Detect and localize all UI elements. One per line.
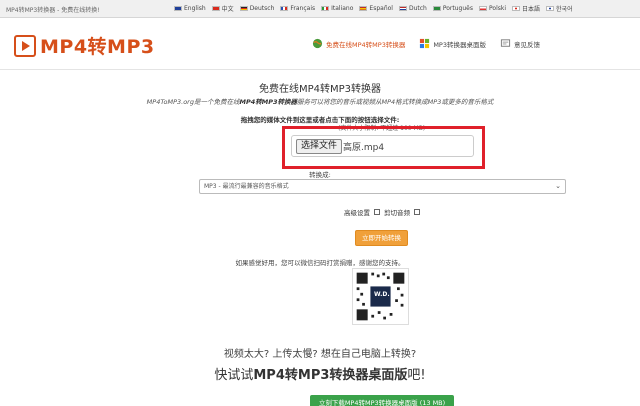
windows-icon	[420, 38, 430, 49]
language-list: English 中文 Deutsch Français Italiano Esp…	[174, 4, 573, 13]
language-french[interactable]: Français	[280, 4, 315, 13]
cut-audio-label: 剪切音频	[384, 209, 410, 217]
chevron-down-icon: ⌄	[555, 182, 561, 190]
flag-icon	[280, 6, 289, 11]
promo-question: 视频太大? 上传太慢? 想在自己电脑上转换?	[223, 349, 417, 360]
flag-icon	[398, 6, 407, 11]
header-nav: 免费在线MP4转MP3转换器 MP3转换器桌面版 意见反馈	[312, 38, 540, 49]
flag-icon	[432, 6, 441, 11]
advanced-settings-label: 高级设置	[344, 209, 370, 217]
nav-online-converter[interactable]: 免费在线MP4转MP3转换器	[312, 38, 405, 49]
main-content: 免费在线MP4转MP3转换器 MP4ToMP3.org是一个免费在线MP4转MP…	[0, 70, 640, 406]
flag-icon	[239, 6, 248, 11]
flag-icon	[359, 6, 368, 11]
highlight-box	[282, 126, 485, 169]
flag-icon	[479, 6, 487, 11]
qr-logo-text: W.D.	[374, 291, 390, 298]
feedback-icon	[500, 39, 511, 47]
site-logo[interactable]: MP4转MP3	[14, 32, 155, 59]
drop-zone-label: 拖拽您的媒体文件到这里或者点击下面的按钮选择文件:	[240, 116, 400, 124]
convert-button[interactable]: 立即开始转换	[355, 230, 408, 246]
nav-desktop-version[interactable]: MP3转换器桌面版	[419, 38, 486, 49]
language-german[interactable]: Deutsch	[239, 4, 274, 13]
advanced-settings-checkbox[interactable]	[374, 209, 380, 215]
format-select[interactable]: MP3 - 最流行最兼容的音乐格式 ⌄	[199, 179, 566, 194]
flag-icon	[512, 6, 521, 11]
flag-icon	[174, 6, 182, 11]
logo-text: MP4转MP3	[40, 36, 155, 58]
wechat-qr-code: W.D.	[352, 268, 409, 325]
globe-icon	[312, 38, 323, 49]
format-label: 转换成:	[309, 171, 331, 179]
language-dutch[interactable]: Dutch	[398, 4, 427, 13]
nav-feedback[interactable]: 意见反馈	[500, 38, 540, 49]
download-desktop-button[interactable]: 立刻下载MP4转MP3转换器桌面版 (13 MB)	[310, 395, 454, 406]
conversion-options: 高级设置 剪切音频	[344, 207, 420, 217]
language-italian[interactable]: Italiano	[321, 4, 353, 13]
flag-icon	[321, 6, 330, 11]
page-title: 免费在线MP4转MP3转换器	[258, 84, 382, 95]
flag-icon	[211, 6, 220, 11]
film-play-icon	[14, 34, 36, 57]
site-tagline: MP4转MP3转换器 - 免费在线转换!	[6, 7, 100, 14]
cut-audio-checkbox[interactable]	[414, 209, 420, 215]
language-polish[interactable]: Polski	[479, 4, 506, 13]
language-japanese[interactable]: 日本語	[512, 4, 540, 13]
language-english[interactable]: English	[174, 4, 206, 13]
flag-icon	[546, 6, 555, 11]
site-header: MP4转MP3 免费在线MP4转MP3转换器 MP3转换器桌面版 意见反馈	[0, 18, 640, 70]
language-spanish[interactable]: Español	[359, 4, 393, 13]
top-bar: MP4转MP3转换器 - 免费在线转换! English 中文 Deutsch …	[0, 0, 640, 18]
language-korean[interactable]: 한국어	[546, 4, 573, 13]
format-selected-value: MP3 - 最流行最兼容的音乐格式	[204, 183, 289, 190]
language-portuguese[interactable]: Português	[432, 4, 473, 13]
promo-headline: 快试试MP4转MP3转换器桌面版吧!	[214, 368, 426, 383]
language-chinese[interactable]: 中文	[211, 4, 234, 13]
donation-text: 如果感觉好用，您可以微信扫码打赏捐赠，感谢您的支持。	[235, 259, 405, 267]
intro-text: MP4ToMP3.org是一个免费在线MP4转MP3转换器服务可以将您的音乐或视…	[146, 98, 494, 106]
